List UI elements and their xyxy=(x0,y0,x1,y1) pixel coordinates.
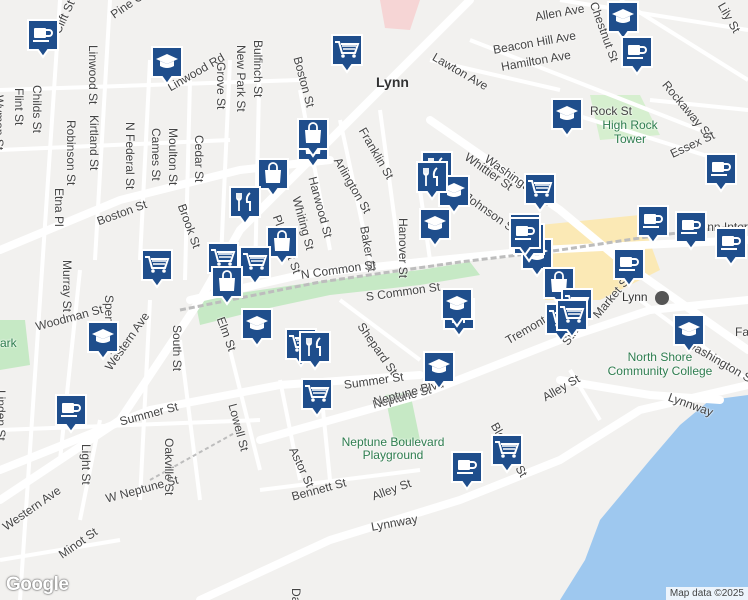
map-marker-store[interactable] xyxy=(296,117,330,159)
map-marker-school[interactable] xyxy=(672,313,706,355)
map-marker-cafe[interactable] xyxy=(612,247,646,289)
school-icon xyxy=(241,308,273,348)
station-label: Lynn xyxy=(622,290,648,304)
cafe-icon xyxy=(637,205,669,245)
cafe-icon xyxy=(451,451,483,491)
cafe-icon xyxy=(509,217,541,257)
street-light-st: Light St xyxy=(79,444,93,485)
map-marker-school[interactable] xyxy=(86,320,120,362)
restaurant-icon xyxy=(229,186,261,226)
street-linden-st: Linden St xyxy=(0,390,8,441)
shopping-bag-icon xyxy=(297,118,329,158)
street-grove-st: Grove St xyxy=(214,62,228,110)
poi-park-left: ark xyxy=(0,336,17,350)
poi-neptune-playground[interactable]: Neptune Boulevard Playground xyxy=(338,436,448,462)
grocery-cart-icon xyxy=(524,173,556,213)
street-robinson-st: Robinson St xyxy=(64,120,78,186)
school-icon xyxy=(673,314,705,354)
street-childs-st: Childs St xyxy=(30,85,44,134)
school-icon xyxy=(87,321,119,361)
cafe-icon xyxy=(27,19,59,59)
street-new-park-st: New Park St xyxy=(234,45,248,112)
map-marker-grocery[interactable] xyxy=(300,377,334,419)
map-marker-school[interactable] xyxy=(422,350,456,392)
school-icon xyxy=(423,351,455,391)
shopping-bag-icon xyxy=(211,266,243,306)
map-marker-cafe[interactable] xyxy=(26,18,60,60)
grocery-cart-icon xyxy=(556,299,588,339)
map-marker-grocery[interactable] xyxy=(140,248,174,290)
street-cedar-st: Cedar St xyxy=(192,135,206,183)
street-n-federal-st: N Federal St xyxy=(123,122,137,190)
map-marker-school[interactable] xyxy=(418,207,452,249)
map-marker-cafe[interactable] xyxy=(674,210,708,252)
street-fayette-st: Fayette St xyxy=(735,325,748,339)
google-logo: Google xyxy=(6,574,69,595)
school-icon xyxy=(151,46,183,86)
school-icon xyxy=(419,208,451,248)
map-marker-school[interactable] xyxy=(550,97,584,139)
street-linwood-st: Linwood St xyxy=(86,45,100,105)
map-marker-cafe[interactable] xyxy=(620,35,654,77)
map-marker-restaurant[interactable] xyxy=(415,160,449,202)
grocery-cart-icon xyxy=(301,378,333,418)
street-rock-st: Rock St xyxy=(590,104,633,118)
map-marker-store[interactable] xyxy=(210,265,244,307)
transit-station-icon[interactable] xyxy=(655,291,669,305)
map-marker-cafe[interactable] xyxy=(54,393,88,435)
school-icon xyxy=(551,98,583,138)
restaurant-icon xyxy=(299,331,331,371)
grocery-cart-icon xyxy=(491,434,523,474)
street-moulton-st: Moulton St xyxy=(166,128,180,186)
street-cottage-st: Cottage St xyxy=(0,455,1,512)
map-marker-restaurant[interactable] xyxy=(298,330,332,372)
map-marker-cafe[interactable] xyxy=(704,152,738,194)
map-marker-grocery[interactable] xyxy=(523,172,557,214)
map-marker-restaurant[interactable] xyxy=(228,185,262,227)
map-marker-grocery[interactable] xyxy=(490,433,524,475)
grocery-cart-icon xyxy=(331,34,363,74)
map-attribution[interactable]: Map data ©2025 xyxy=(665,587,748,600)
map-marker-school[interactable] xyxy=(440,287,474,329)
cafe-icon xyxy=(55,394,87,434)
street-da: Da xyxy=(289,588,303,600)
street-cames-st: Cames St xyxy=(149,128,163,181)
cafe-icon xyxy=(621,36,653,76)
map-marker-grocery[interactable] xyxy=(555,298,589,340)
map-marker-cafe[interactable] xyxy=(636,204,670,246)
poi-high-rock-tower[interactable]: High Rock Tower xyxy=(595,118,665,146)
street-etna-pl: Etna Pl xyxy=(52,188,66,227)
map-marker-cafe[interactable] xyxy=(714,226,748,268)
map-marker-school[interactable] xyxy=(240,307,274,349)
cafe-icon xyxy=(613,248,645,288)
school-icon xyxy=(441,288,473,328)
map-canvas[interactable]: Pine Gr Linwood St Linwood Rd Grove St New P… xyxy=(0,0,748,600)
street-hanover-st: Hanover St xyxy=(396,218,410,279)
grocery-cart-icon xyxy=(141,249,173,289)
cafe-icon xyxy=(675,211,707,251)
street-bulfinch-st: Bulfinch St xyxy=(251,40,265,98)
map-marker-cafe[interactable] xyxy=(450,450,484,492)
street-flint-st: Flint St xyxy=(12,88,26,126)
map-marker-grocery[interactable] xyxy=(330,33,364,75)
map-marker-school[interactable] xyxy=(150,45,184,87)
street-south-st: South St xyxy=(170,325,184,372)
street-kirtland-st: Kirtland St xyxy=(87,115,101,171)
street-wyman-st: Wyman St xyxy=(0,95,6,151)
street-murray-st: Murray St xyxy=(60,260,74,313)
cafe-icon xyxy=(715,227,747,267)
cafe-icon xyxy=(705,153,737,193)
map-marker-cafe[interactable] xyxy=(508,216,542,258)
city-label: Lynn xyxy=(376,74,409,90)
restaurant-icon xyxy=(416,161,448,201)
